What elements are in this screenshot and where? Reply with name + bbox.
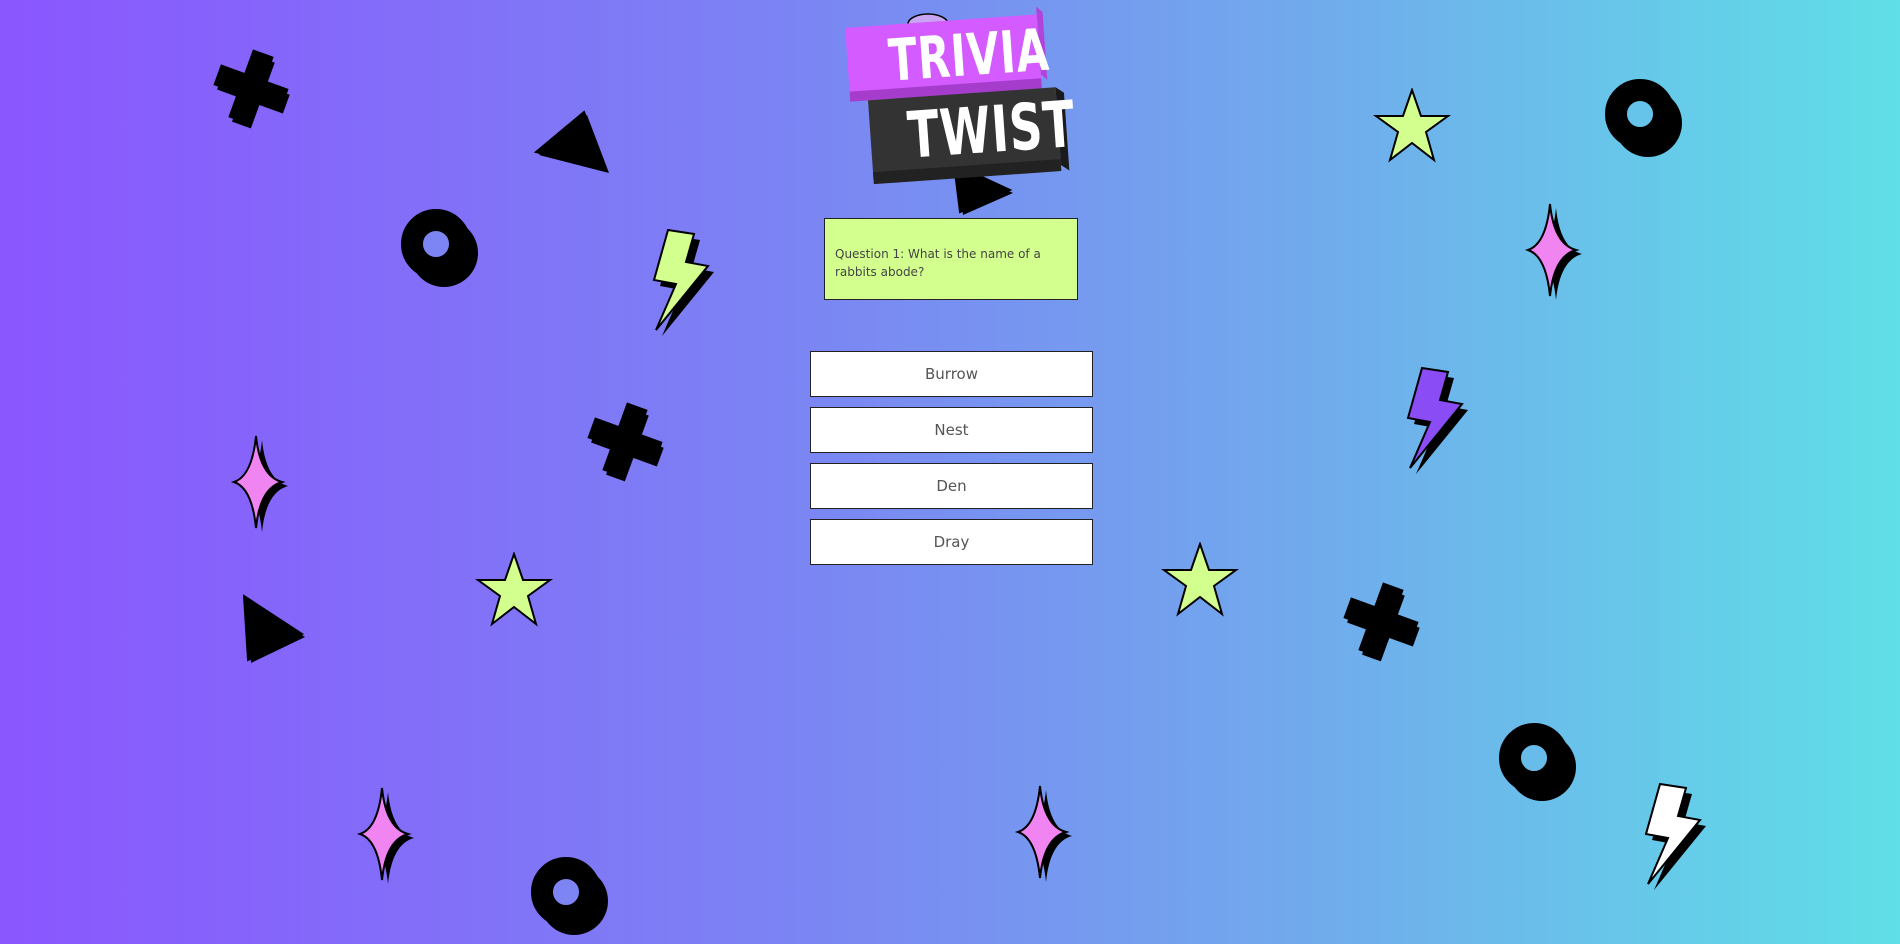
sparkle-shape-icon <box>356 787 414 884</box>
answer-button-den[interactable]: Den <box>810 463 1093 509</box>
lightning-bolt-icon <box>1644 782 1706 890</box>
star-shape-icon <box>1372 88 1452 163</box>
lightning-bolt-icon <box>1406 366 1468 474</box>
ring-shape-icon <box>1499 723 1576 801</box>
trivia-twist-logo: TRIVIA TWIST <box>840 6 1078 216</box>
star-shape-icon <box>1160 542 1240 617</box>
sparkle-shape-icon <box>1014 785 1072 882</box>
lightning-bolt-icon <box>652 228 714 336</box>
sparkle-shape-icon <box>230 435 288 532</box>
answer-button-burrow[interactable]: Burrow <box>810 351 1093 397</box>
ring-shape-icon <box>531 857 608 935</box>
cross-shape-icon <box>587 402 664 482</box>
logo-line-twist: TWIST <box>905 88 1078 174</box>
ring-shape-icon <box>1605 79 1682 157</box>
question-card: Question 1: What is the name of a rabbit… <box>824 218 1078 300</box>
answer-button-nest[interactable]: Nest <box>810 407 1093 453</box>
cross-shape-icon <box>213 49 290 129</box>
triangle-shape-icon <box>242 594 305 663</box>
answer-button-dray[interactable]: Dray <box>810 519 1093 565</box>
triangle-shape-icon <box>533 110 609 173</box>
answer-list: Burrow Nest Den Dray <box>810 351 1093 575</box>
question-text: Question 1: What is the name of a rabbit… <box>835 247 1041 279</box>
sparkle-shape-icon <box>1524 203 1582 300</box>
logo-line-trivia: TRIVIA <box>886 15 1052 95</box>
star-shape-icon <box>474 552 554 627</box>
ring-shape-icon <box>401 209 478 287</box>
cross-shape-icon <box>1343 582 1420 662</box>
